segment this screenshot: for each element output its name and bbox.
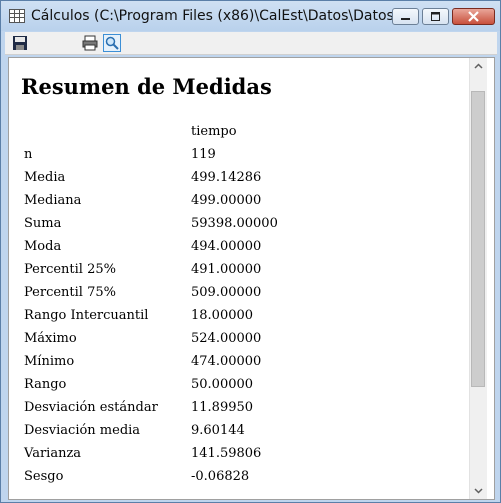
vertical-scrollbar[interactable] — [469, 58, 487, 499]
stat-value: 18.00000 — [191, 308, 254, 323]
stat-value: 11.89950 — [191, 400, 254, 415]
print-preview-button[interactable] — [103, 34, 121, 52]
floppy-disk-icon — [13, 36, 27, 50]
stat-row: Rango Intercuantil 18.00000 — [9, 308, 469, 331]
close-icon — [468, 11, 479, 22]
stat-label: Desviación estándar — [24, 400, 158, 415]
stat-value: 499.14286 — [191, 170, 262, 185]
stat-row: Varianza 141.59806 — [9, 446, 469, 469]
stat-label: Moda — [24, 239, 62, 254]
stat-value: 9.60144 — [191, 423, 245, 438]
chevron-down-icon — [474, 488, 483, 494]
stat-label: Percentil 25% — [24, 262, 116, 277]
stat-label: Sesgo — [24, 469, 64, 484]
minimize-icon — [401, 18, 410, 20]
stat-label: Percentil 75% — [24, 285, 116, 300]
stat-value: 59398.00000 — [191, 216, 278, 231]
stat-value: -0.06828 — [191, 469, 250, 484]
scroll-down-button[interactable] — [470, 482, 487, 499]
minimize-button[interactable] — [392, 8, 419, 25]
maximize-button[interactable] — [422, 8, 449, 25]
app-icon — [9, 9, 25, 23]
stat-value: 50.00000 — [191, 377, 254, 392]
window-title: Cálculos (C:\Program Files (x86)\CalEst\… — [31, 8, 408, 24]
close-button[interactable] — [452, 8, 495, 25]
title-bar[interactable]: Cálculos (C:\Program Files (x86)\CalEst\… — [1, 1, 500, 31]
stat-value: 499.00000 — [191, 193, 262, 208]
stat-row: Máximo 524.00000 — [9, 331, 469, 354]
stat-row: Desviación estándar 11.89950 — [9, 400, 469, 423]
stat-value: 474.00000 — [191, 354, 262, 369]
stat-row: Mediana 499.00000 — [9, 193, 469, 216]
app-window: Cálculos (C:\Program Files (x86)\CalEst\… — [0, 0, 501, 503]
stat-row: Rango 50.00000 — [9, 377, 469, 400]
stat-row: Percentil 25% 491.00000 — [9, 262, 469, 285]
stat-label: Mediana — [24, 193, 82, 208]
stat-row: Media 499.14286 — [9, 170, 469, 193]
scroll-up-button[interactable] — [470, 58, 487, 75]
stat-row: Percentil 75% 509.00000 — [9, 285, 469, 308]
stat-label: n — [24, 147, 33, 162]
stat-row: Sesgo -0.06828 — [9, 469, 469, 492]
stat-label: Suma — [24, 216, 62, 231]
stat-value: 119 — [191, 147, 216, 162]
stat-row: Mínimo 474.00000 — [9, 354, 469, 377]
report-heading: Resumen de Medidas — [21, 74, 272, 99]
stat-value: 509.00000 — [191, 285, 262, 300]
stat-value: 141.59806 — [191, 446, 262, 461]
stat-label: Máximo — [24, 331, 77, 346]
stat-label: Desviación media — [24, 423, 141, 438]
stat-label: Mínimo — [24, 354, 75, 369]
scroll-thumb[interactable] — [471, 91, 485, 387]
maximize-icon — [431, 12, 440, 21]
chevron-up-icon — [474, 63, 483, 69]
stat-value: 524.00000 — [191, 331, 262, 346]
save-button[interactable] — [11, 34, 29, 52]
stat-label: Varianza — [24, 446, 82, 461]
stat-row: n 119 — [9, 147, 469, 170]
report-view[interactable]: Resumen de Medidas tiempo n 119 Media 49… — [8, 57, 495, 500]
stat-row: Suma 59398.00000 — [9, 216, 469, 239]
printer-icon — [82, 35, 98, 51]
stat-row: Desviación media 9.60144 — [9, 423, 469, 446]
stat-row: Moda 494.00000 — [9, 239, 469, 262]
stat-label: Rango Intercuantil — [24, 308, 149, 323]
column-header: tiempo — [191, 124, 237, 139]
magnifier-icon — [105, 36, 119, 50]
stat-value: 494.00000 — [191, 239, 262, 254]
print-button[interactable] — [81, 34, 99, 52]
toolbar — [5, 32, 497, 55]
stat-label: Rango — [24, 377, 67, 392]
stat-label: Media — [24, 170, 66, 185]
stat-value: 491.00000 — [191, 262, 262, 277]
